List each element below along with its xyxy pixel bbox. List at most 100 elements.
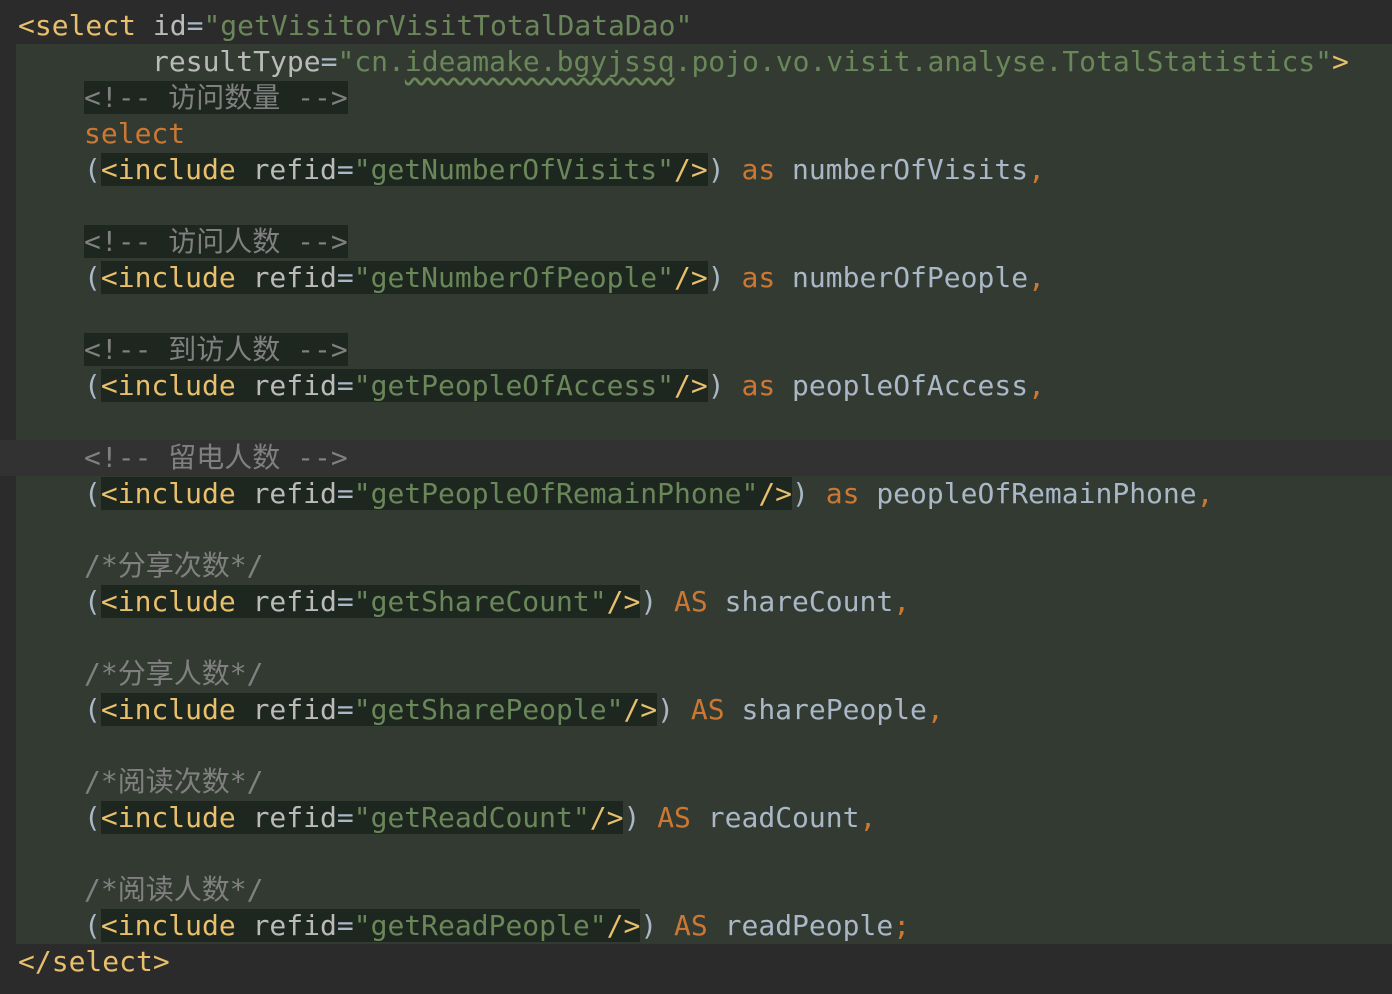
attr-eq: = [186,9,204,42]
alias: readPeople [724,909,894,942]
typo-warning-squiggle[interactable]: ideamake.bgyjssq [405,45,675,78]
include-tag: <include [100,585,236,618]
attr-value-suffix: .pojo.vo.visit.analyse.TotalStatistics" [674,45,1333,78]
paren: ) [640,585,658,618]
terminator: ; [893,909,911,942]
sql-comment: /*分享人数*/ [84,657,264,690]
code-line-sql-select[interactable]: select [84,116,185,152]
attr-value: "getVisitorVisitTotalDataDao" [203,9,693,42]
alias: peopleOfAccess [792,369,1029,402]
code-line-include-people[interactable]: (<include refid="getNumberOfPeople"/>) a… [84,260,1045,296]
sql-comment: /*分享次数*/ [84,549,264,582]
paren: ( [84,477,101,510]
separator: , [859,801,877,834]
code-line-include-read-people[interactable]: (<include refid="getReadPeople"/>) AS re… [84,908,910,944]
tag-self-close: /> [606,585,641,618]
paren: ) [640,909,658,942]
refid-value: "getPeopleOfRemainPhone" [353,477,759,510]
tag-self-close: /> [674,261,708,294]
code-line-comment-read-count[interactable]: /*阅读次数*/ [84,764,263,800]
include-tag: <include [100,693,236,726]
sql-keyword: AS [674,585,708,618]
xml-comment: <!-- 留电人数 --> [84,441,348,474]
alias: numberOfPeople [792,261,1029,294]
sql-keyword: as [741,261,776,294]
refid-value: "getNumberOfPeople" [353,261,675,294]
code-line-include-share-people[interactable]: (<include refid="getSharePeople"/>) AS s… [84,692,944,728]
sql-keyword: AS [674,909,708,942]
include-tag: <include [100,801,236,834]
separator: , [926,693,944,726]
separator: , [1196,477,1214,510]
attr-name: refid [252,693,337,726]
separator: , [893,585,911,618]
code-line-include-remain[interactable]: (<include refid="getPeopleOfRemainPhone"… [84,476,1213,512]
alias: sharePeople [741,693,927,726]
xml-comment: <!-- 访问人数 --> [84,225,348,258]
code-line-comment-share-count[interactable]: /*分享次数*/ [84,548,263,584]
sql-keyword: select [84,117,186,150]
include-tag: <include [100,477,236,510]
code-line-comment-remain[interactable]: <!-- 留电人数 --> [84,440,348,476]
paren: ) [792,477,809,510]
paren: ( [84,261,101,294]
refid-value: "getNumberOfVisits" [353,153,675,186]
attr-eq: = [336,369,354,402]
attr-name: refid [252,585,337,618]
alias: peopleOfRemainPhone [876,477,1197,510]
code-line-result-type[interactable]: resultType="cn.ideamake.bgyjssq.pojo.vo.… [152,44,1349,80]
include-tag: <include [100,153,236,186]
paren: ) [707,153,725,186]
attr-eq: = [320,45,338,78]
code-line-comment-share-people[interactable]: /*分享人数*/ [84,656,263,692]
attr-name: refid [252,477,337,510]
paren: ) [707,261,725,294]
code-line-comment-visits[interactable]: <!-- 访问数量 --> [84,80,348,116]
alias: readCount [707,801,860,834]
tag-name: select [34,9,137,42]
tag-bracket: < [18,9,35,42]
attr-name: refid [252,909,337,942]
code-line-include-share-count[interactable]: (<include refid="getShareCount"/>) AS sh… [84,584,910,620]
refid-value: "getReadCount" [353,801,590,834]
alias: numberOfVisits [792,153,1029,186]
separator: , [1028,261,1045,294]
attr-name: refid [252,261,337,294]
separator: , [1028,369,1045,402]
attr-eq: = [336,909,354,942]
xml-comment: <!-- 到访人数 --> [84,333,348,366]
xml-comment: <!-- 访问数量 --> [84,81,348,114]
include-tag: <include [100,369,236,402]
tag-self-close: /> [674,153,708,186]
include-tag: <include [100,909,236,942]
code-line-include-access[interactable]: (<include refid="getPeopleOfAccess"/>) a… [84,368,1045,404]
code-line-select-close[interactable]: </select> [18,944,170,980]
paren: ) [707,369,725,402]
code-line-comment-people[interactable]: <!-- 访问人数 --> [84,224,348,260]
attr-eq: = [336,693,354,726]
sql-keyword: as [741,369,776,402]
refid-value: "getSharePeople" [353,693,624,726]
tag-self-close: /> [674,369,708,402]
paren: ( [84,693,101,726]
attr-name: id [152,9,187,42]
attr-name: refid [252,369,337,402]
code-line-select-open[interactable]: <select id="getVisitorVisitTotalDataDao" [18,8,692,44]
code-line-comment-read-people[interactable]: /*阅读人数*/ [84,872,263,908]
code-line-include-visits[interactable]: (<include refid="getNumberOfVisits"/>) a… [84,152,1045,188]
refid-value: "getReadPeople" [353,909,607,942]
code-editor[interactable]: <select id="getVisitorVisitTotalDataDao"… [0,0,1392,994]
attr-eq: = [336,153,354,186]
paren: ) [623,801,641,834]
paren: ) [657,693,675,726]
code-line-comment-access[interactable]: <!-- 到访人数 --> [84,332,348,368]
paren: ( [84,585,101,618]
paren: ( [84,369,101,402]
closing-tag: </select> [18,945,170,978]
tag-bracket: > [1332,45,1349,78]
refid-value: "getShareCount" [353,585,607,618]
sql-keyword: AS [690,693,725,726]
attr-eq: = [336,801,354,834]
code-line-include-read-count[interactable]: (<include refid="getReadCount"/>) AS rea… [84,800,876,836]
paren: ( [84,153,101,186]
